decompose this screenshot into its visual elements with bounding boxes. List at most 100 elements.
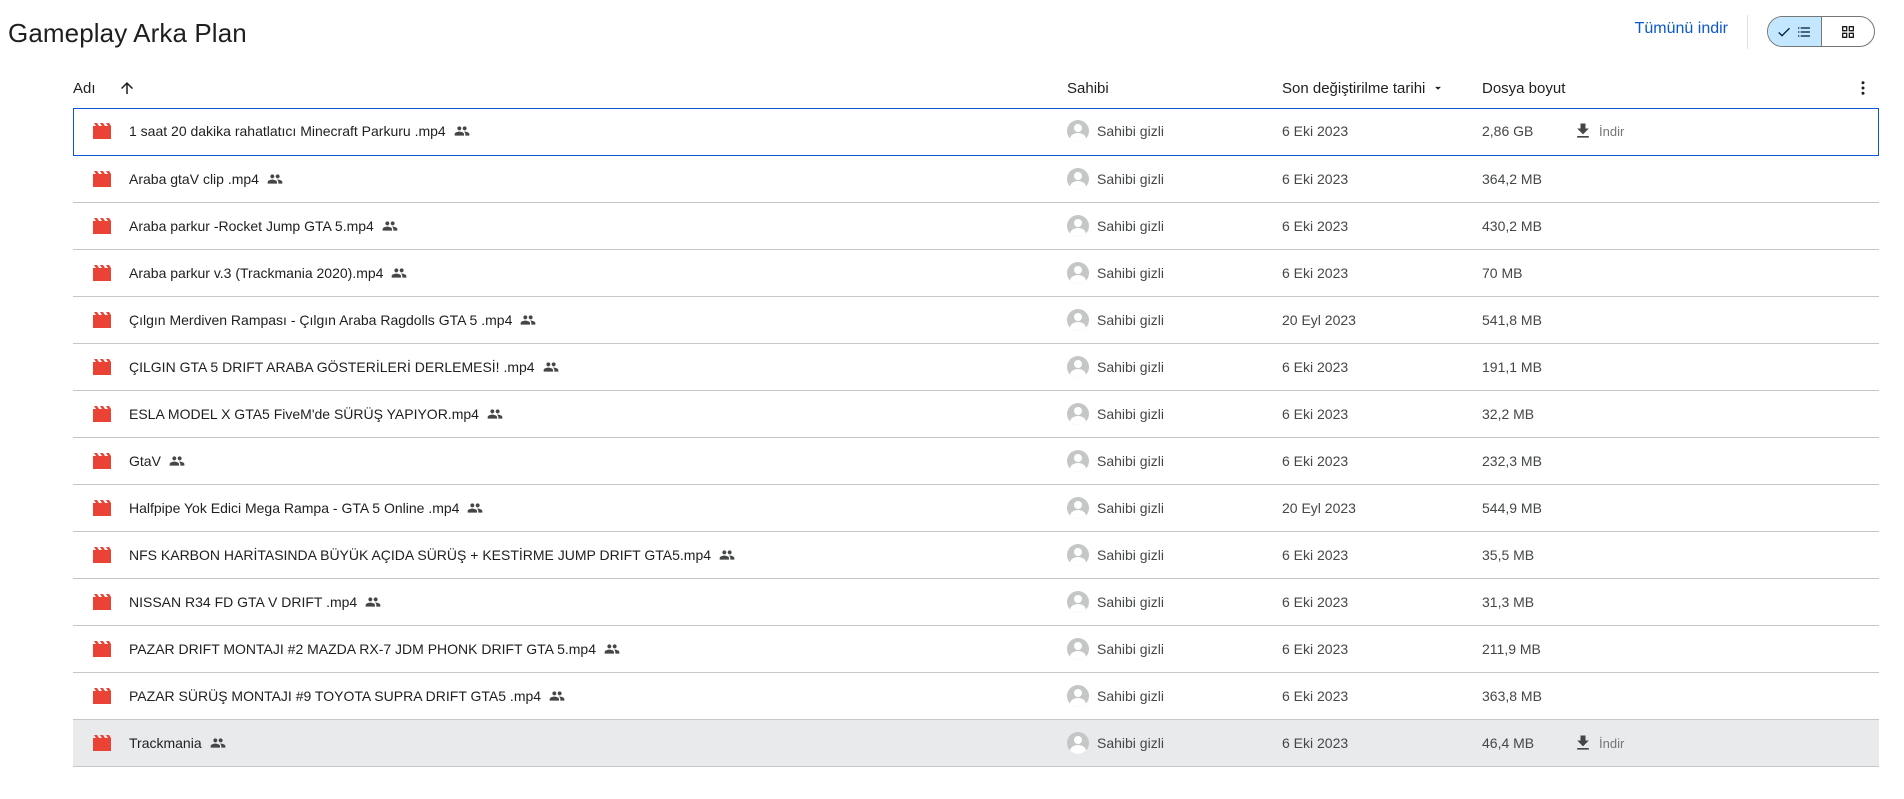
modified-date: 6 Eki 2023 xyxy=(1282,359,1349,375)
file-size: 35,5 MB xyxy=(1482,547,1535,563)
file-name: Araba parkur v.3 (Trackmania 2020).mp4 xyxy=(129,265,407,281)
file-name-text: 1 saat 20 dakika rahatlatıcı Minecraft P… xyxy=(129,123,446,139)
owner-cell: Sahibi gizli xyxy=(1067,168,1164,190)
avatar xyxy=(1067,638,1089,660)
download-label: İndir xyxy=(1599,123,1625,139)
owner-cell: Sahibi gizli xyxy=(1067,591,1164,613)
avatar xyxy=(1067,309,1089,331)
owner-cell: Sahibi gizli xyxy=(1067,262,1164,284)
owner-text: Sahibi gizli xyxy=(1097,359,1164,375)
file-row[interactable]: GtaV Sahibi gizli 6 Eki 2023 232,3 MB xyxy=(73,438,1879,485)
modified-date: 6 Eki 2023 xyxy=(1282,123,1349,139)
file-size: 232,3 MB xyxy=(1482,453,1542,469)
video-file-icon xyxy=(93,641,111,657)
file-name: Halfpipe Yok Edici Mega Rampa - GTA 5 On… xyxy=(129,500,483,516)
owner-text: Sahibi gizli xyxy=(1097,641,1164,657)
file-row[interactable]: PAZAR SÜRÜŞ MONTAJI #9 TOYOTA SUPRA DRIF… xyxy=(73,673,1879,720)
file-row[interactable]: Araba parkur v.3 (Trackmania 2020).mp4 Sa… xyxy=(73,250,1879,297)
modified-date: 6 Eki 2023 xyxy=(1282,547,1349,563)
modified-date: 6 Eki 2023 xyxy=(1282,453,1349,469)
grid-view-button[interactable] xyxy=(1822,17,1875,46)
file-row[interactable]: Halfpipe Yok Edici Mega Rampa - GTA 5 On… xyxy=(73,485,1879,532)
caret-down-icon xyxy=(1435,86,1442,90)
video-file-icon xyxy=(93,547,111,563)
file-name: Trackmania xyxy=(129,735,226,751)
video-file-icon xyxy=(93,453,111,469)
owner-text: Sahibi gizli xyxy=(1097,688,1164,704)
file-name-text: NISSAN R34 FD GTA V DRIFT .mp4 xyxy=(129,594,358,610)
more-options-button[interactable] xyxy=(1851,76,1875,100)
owner-cell: Sahibi gizli xyxy=(1067,120,1164,142)
file-size: 31,3 MB xyxy=(1482,594,1535,610)
file-name: ÇILGIN GTA 5 DRIFT ARABA GÖSTERİLERİ DER… xyxy=(129,359,559,375)
owner-text: Sahibi gizli xyxy=(1097,265,1164,281)
owner-text: Sahibi gizli xyxy=(1097,171,1164,187)
shared-icon xyxy=(454,126,470,136)
modified-date: 20 Eyl 2023 xyxy=(1282,500,1356,516)
file-size: 70 MB xyxy=(1482,265,1523,281)
file-name: NFS KARBON HARİTASINDA BÜYÜK AÇIDA SÜRÜŞ… xyxy=(129,547,735,563)
video-file-icon xyxy=(93,359,111,375)
file-name: Araba gtaV clip .mp4 xyxy=(129,171,283,187)
modified-date: 6 Eki 2023 xyxy=(1282,641,1349,657)
download-icon xyxy=(1577,123,1589,138)
file-name: GtaV xyxy=(129,453,185,469)
file-row[interactable]: ÇILGIN GTA 5 DRIFT ARABA GÖSTERİLERİ DER… xyxy=(73,344,1879,391)
list-view-button[interactable] xyxy=(1768,17,1822,46)
modified-column-label: Son değiştirilme tarihi xyxy=(1282,79,1426,97)
owner-cell: Sahibi gizli xyxy=(1067,309,1164,331)
shared-icon xyxy=(604,644,620,654)
shared-icon xyxy=(392,268,407,278)
file-row[interactable]: PAZAR DRIFT MONTAJI #2 MAZDA RX-7 JDM PH… xyxy=(73,626,1879,673)
name-column-header[interactable]: Adı xyxy=(73,79,136,97)
file-row[interactable]: NISSAN R34 FD GTA V DRIFT .mp4 Sahibi giz… xyxy=(73,579,1879,626)
owner-text: Sahibi gizli xyxy=(1097,547,1164,563)
download-all-button[interactable]: Tümünü indir xyxy=(1635,20,1728,38)
grid-icon xyxy=(1841,25,1854,38)
video-file-icon xyxy=(93,406,111,422)
file-size: 541,8 MB xyxy=(1482,312,1542,328)
drive-folder-page: Gameplay Arka Plan Tümünü indir Adı Sahi… xyxy=(0,0,1904,799)
owner-cell: Sahibi gizli xyxy=(1067,638,1164,660)
file-row[interactable]: Çılgın Merdiven Rampası - Çılgın Araba R… xyxy=(73,297,1879,344)
file-row[interactable]: 1 saat 20 dakika rahatlatıcı Minecraft P… xyxy=(73,108,1879,156)
list-icon xyxy=(1798,26,1811,37)
avatar xyxy=(1067,403,1089,425)
shared-icon xyxy=(543,362,558,372)
file-row[interactable]: Araba gtaV clip .mp4 Sahibi gizli 6 Eki 20… xyxy=(73,156,1879,203)
avatar xyxy=(1067,497,1089,519)
shared-icon xyxy=(267,174,283,184)
file-name-text: Araba gtaV clip .mp4 xyxy=(129,171,259,187)
file-row[interactable]: NFS KARBON HARİTASINDA BÜYÜK AÇIDA SÜRÜŞ… xyxy=(73,532,1879,579)
modified-column-header[interactable]: Son değiştirilme tarihi xyxy=(1282,80,1445,97)
file-name: PAZAR SÜRÜŞ MONTAJI #9 TOYOTA SUPRA DRIF… xyxy=(129,688,565,704)
shared-icon xyxy=(382,221,398,231)
file-row[interactable]: Trackmania Sahibi gizli 6 Eki 2023 46,4 MB İ… xyxy=(73,720,1879,767)
file-name-text: Halfpipe Yok Edici Mega Rampa - GTA 5 On… xyxy=(129,500,460,516)
file-row[interactable]: ESLA MODEL X GTA5 FiveM'de SÜRÜŞ YAPIYOR… xyxy=(73,391,1879,438)
file-row[interactable]: Araba parkur -Rocket Jump GTA 5.mp4 Sahib… xyxy=(73,203,1879,250)
owner-cell: Sahibi gizli xyxy=(1067,685,1164,707)
file-name-text: NFS KARBON HARİTASINDA BÜYÜK AÇIDA SÜRÜŞ… xyxy=(129,547,712,563)
file-size: 363,8 MB xyxy=(1482,688,1542,704)
name-column-label: Adı xyxy=(73,79,96,97)
download-button[interactable]: İndir xyxy=(1573,121,1624,141)
avatar xyxy=(1067,591,1089,613)
file-size: 364,2 MB xyxy=(1482,171,1542,187)
file-size: 46,4 MB xyxy=(1482,735,1535,751)
owner-column-header[interactable]: Sahibi xyxy=(1067,80,1109,97)
modified-date: 6 Eki 2023 xyxy=(1282,688,1349,704)
column-header-row: Adı Sahibi Son değiştirilme tarihi Dosya… xyxy=(73,68,1879,108)
shared-icon xyxy=(549,691,565,701)
owner-cell: Sahibi gizli xyxy=(1067,215,1164,237)
avatar xyxy=(1067,120,1089,142)
arrow-up-icon[interactable] xyxy=(118,79,136,97)
avatar xyxy=(1067,356,1089,378)
file-name-text: PAZAR SÜRÜŞ MONTAJI #9 TOYOTA SUPRA DRIF… xyxy=(129,688,542,704)
size-column-header[interactable]: Dosya boyut xyxy=(1482,80,1565,97)
file-size: 191,1 MB xyxy=(1482,359,1542,375)
check-icon xyxy=(1778,27,1791,37)
avatar xyxy=(1067,450,1089,472)
download-button[interactable]: İndir xyxy=(1573,733,1624,753)
file-name: ESLA MODEL X GTA5 FiveM'de SÜRÜŞ YAPIYOR… xyxy=(129,406,503,422)
